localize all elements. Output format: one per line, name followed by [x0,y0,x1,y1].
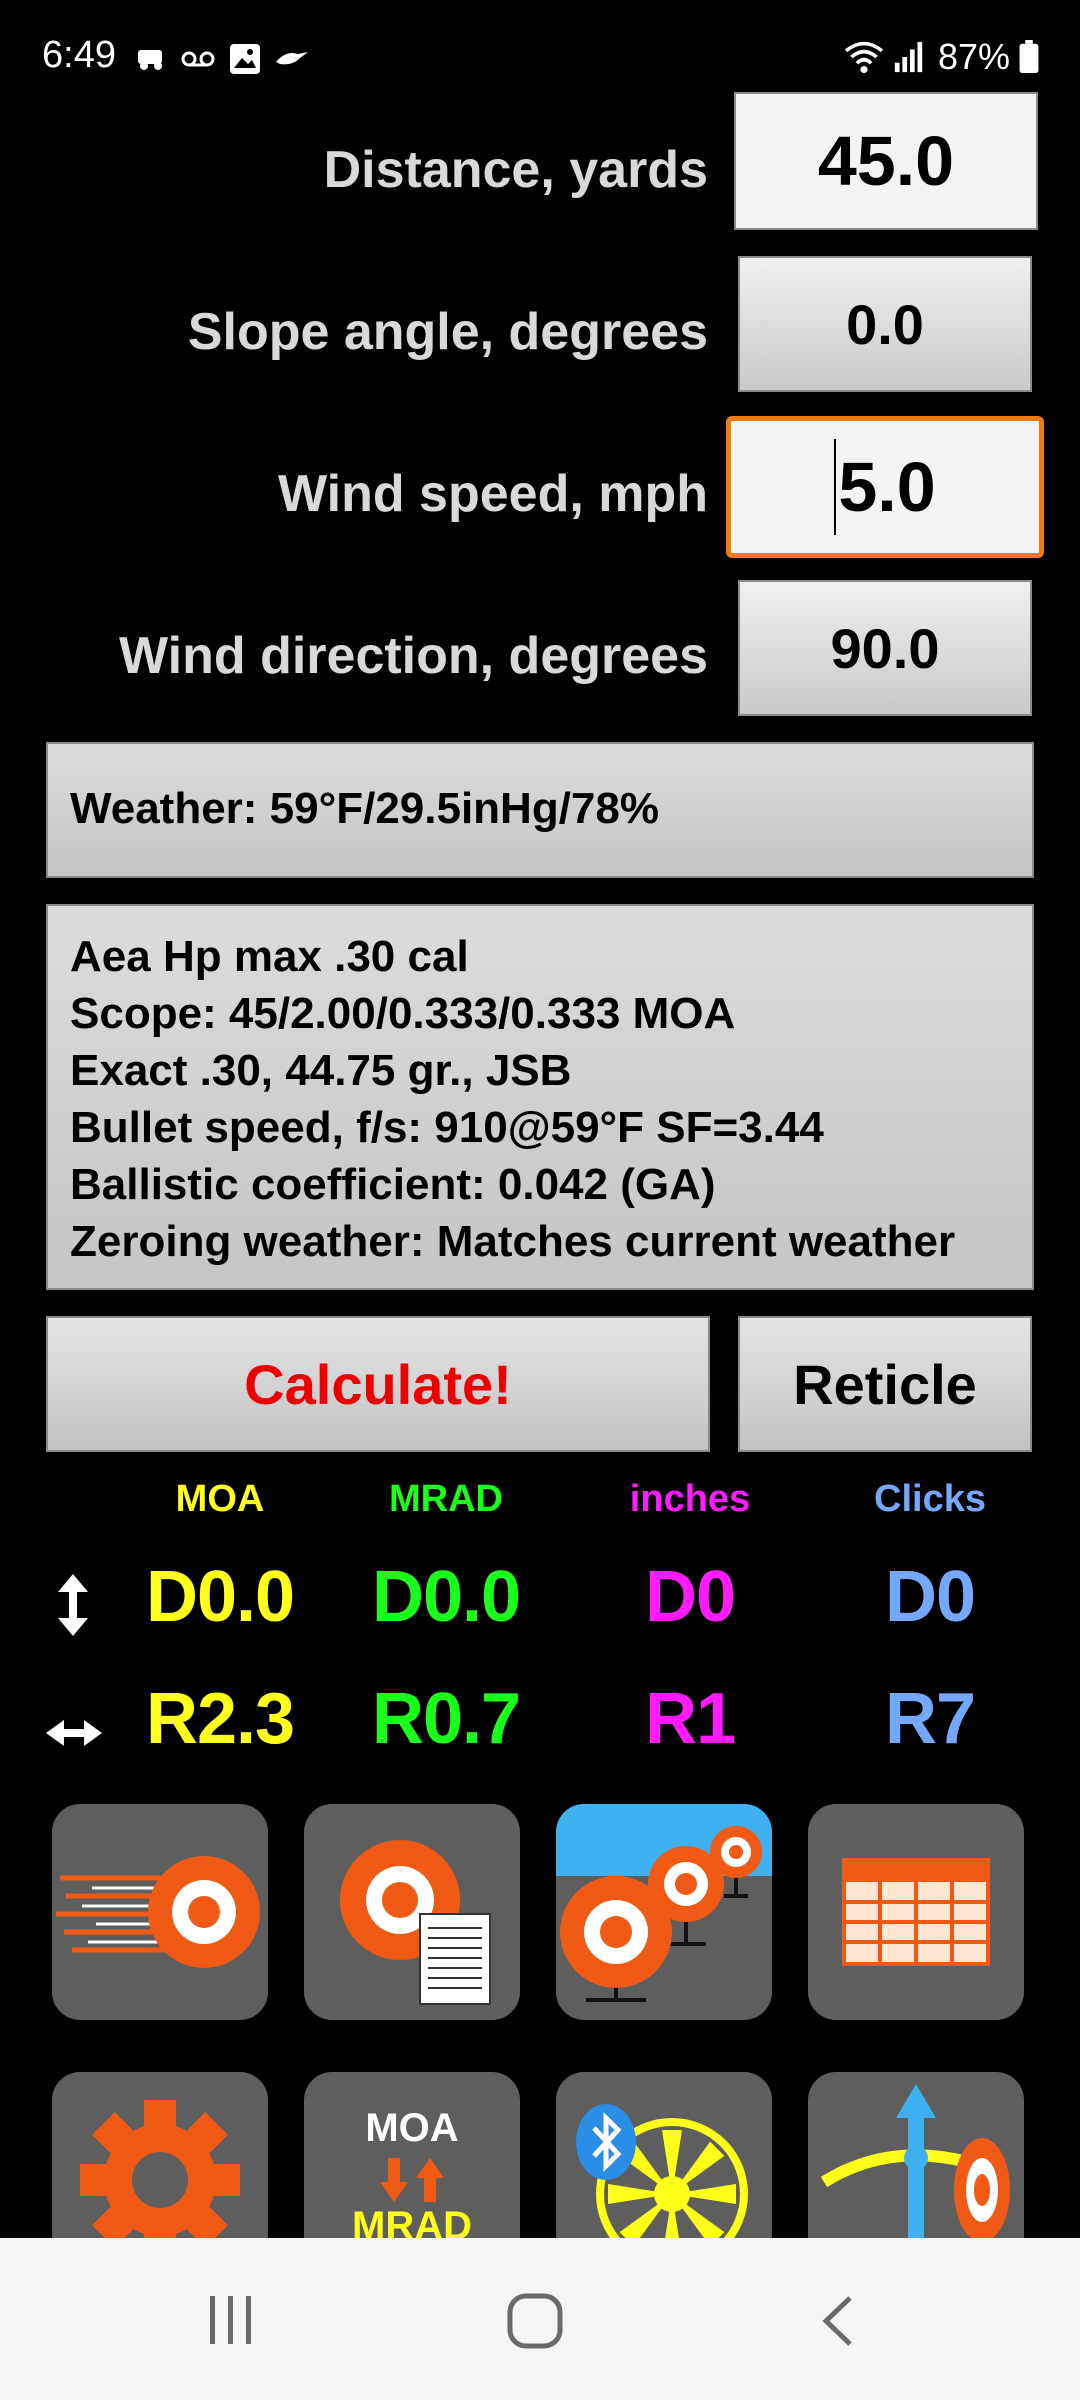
profile-line-bc: Ballistic coefficient: 0.042 (GA) [70,1160,716,1209]
speeding-target-icon [56,1856,260,1968]
signal-icon [894,41,923,73]
back-icon[interactable] [818,2294,858,2348]
gallery-icon [230,44,260,74]
slope-label: Slope angle, degrees [187,303,708,361]
swap-arrows-icon [380,2158,444,2202]
bluetooth-icon [576,2104,636,2180]
battery-percent: 87% [938,36,1011,77]
voicemail-icon [181,51,215,67]
wind-speed-label: Wind speed, mph [278,465,708,523]
home-icon[interactable] [506,2292,564,2350]
weather-button[interactable]: Weather: 59°F/29.5inHg/78% [46,742,1034,878]
vertical-moa: D0.0 [145,1557,295,1637]
table-icon [842,1858,990,1966]
distance-input[interactable]: 45.0 [734,92,1038,230]
ravens-app-icon [276,52,308,65]
horizontal-mrad: R0.7 [371,1679,521,1759]
header-moa: MOA [175,1478,265,1520]
wind-speed-value: 5.0 [838,448,936,526]
header-mrad: MRAD [389,1478,503,1520]
profile-line-gun: Aea Hp max .30 cal [70,932,469,981]
car-notification-icon [138,50,162,70]
slope-input[interactable]: 0.0 [738,256,1032,392]
horizontal-arrow-icon [46,1720,102,1746]
wind-direction-label: Wind direction, degrees [119,627,708,685]
profile-line-speed: Bullet speed, f/s: 910@59°F SF=3.44 [70,1103,824,1152]
battery-icon [1019,40,1039,74]
profile-line-pellet: Exact .30, 44.75 gr., JSB [70,1046,572,1095]
weather-text: Weather: 59°F/29.5inHg/78% [70,784,659,833]
target-document-icon [340,1840,491,2005]
profile-panel[interactable]: Aea Hp max .30 cal Scope: 45/2.00/0.333/… [46,904,1034,1290]
profile-line-zeroing: Zeroing weather: Matches current weather [70,1217,956,1266]
range-targets-tile[interactable] [556,1804,772,2020]
profile-tile[interactable] [304,1804,520,2020]
horizontal-clicks: R7 [884,1679,976,1759]
conversion-moa-label: MOA [365,2106,459,2150]
text-cursor [834,439,837,535]
header-inches: inches [629,1478,751,1520]
reticle-button[interactable]: Reticle [738,1316,1032,1452]
status-time: 6:49 [42,34,116,76]
vertical-clicks: D0 [884,1557,976,1637]
recent-apps-icon[interactable] [206,2294,256,2346]
horizontal-inches: R1 [644,1679,736,1759]
vertical-inches: D0 [644,1557,736,1637]
header-clicks: Clicks [874,1478,986,1520]
wifi-icon [844,41,884,74]
vertical-mrad: D0.0 [371,1557,521,1637]
navigation-bar [0,2238,1080,2400]
vertical-arrow-icon [58,1574,88,1636]
profile-line-scope: Scope: 45/2.00/0.333/0.333 MOA [70,989,736,1038]
wind-direction-input[interactable]: 90.0 [738,580,1032,716]
wind-speed-input[interactable]: 5.0 [726,416,1044,558]
table-tile[interactable] [808,1804,1024,2020]
trajectory-tile[interactable] [52,1804,268,2020]
distance-label: Distance, yards [323,141,708,199]
horizontal-moa: R2.3 [145,1679,295,1759]
calculate-button[interactable]: Calculate! [46,1316,710,1452]
multiple-targets-icon [556,1804,772,2002]
